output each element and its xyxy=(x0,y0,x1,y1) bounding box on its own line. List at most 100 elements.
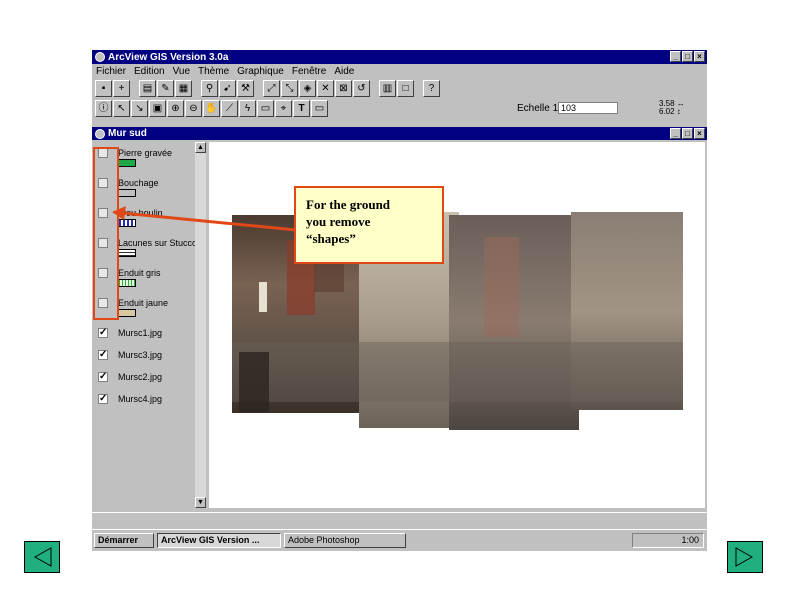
layer-symbol xyxy=(118,249,136,257)
zoom-selected-icon[interactable]: ◈ xyxy=(299,79,316,97)
menu-aide[interactable]: Aide xyxy=(334,66,354,77)
layer-name: Mursc2.jpg xyxy=(118,372,163,382)
help-icon[interactable]: ? xyxy=(423,79,440,97)
triangle-left-icon xyxy=(33,547,52,567)
callout-line-3: “shapes” xyxy=(306,231,356,246)
view-icon xyxy=(95,128,105,139)
lower-masonry xyxy=(232,342,683,402)
select-feature-icon[interactable]: ▣ xyxy=(149,99,166,117)
tool-bar: ⓘ ↖ ↘ ▣ ⊕ ⊖ ✋ ⟋ ϟ ▭ ⌖ T ▭ Echelle 1: 103… xyxy=(92,98,707,118)
zoom-in-icon[interactable]: ✕ xyxy=(317,79,334,97)
find-icon[interactable]: ⚲ xyxy=(201,79,218,97)
clear-selection-icon[interactable]: □ xyxy=(397,79,414,97)
scroll-down-icon[interactable]: ▼ xyxy=(195,497,206,508)
layer-symbol xyxy=(118,309,136,317)
view-close-button[interactable]: × xyxy=(694,128,705,139)
zoom-full-icon[interactable]: ⤢ xyxy=(263,79,280,97)
open-table-icon[interactable]: ▦ xyxy=(175,79,192,97)
query-builder-icon[interactable]: ⚒ xyxy=(237,79,254,97)
add-theme-icon[interactable]: + xyxy=(113,79,130,97)
menu-theme[interactable]: Thème xyxy=(198,66,229,77)
taskbar-photoshop-label: Adobe Photoshop xyxy=(288,535,360,545)
layer-symbol xyxy=(118,189,136,197)
window-light xyxy=(259,282,267,312)
layer-name: Enduit gris xyxy=(118,268,161,278)
annotation-callout: For the ground you remove “shapes” xyxy=(294,186,444,264)
layer-symbol xyxy=(118,279,136,287)
measure-icon[interactable]: ⟋ xyxy=(221,99,238,117)
system-tray: 1:00 xyxy=(632,533,704,548)
taskbar-arcview-label: ArcView GIS Version ... xyxy=(161,535,260,545)
pan-icon[interactable]: ✋ xyxy=(203,99,220,117)
map-display[interactable] xyxy=(209,142,705,508)
locate-icon[interactable]: ➹ xyxy=(219,79,236,97)
menu-vue[interactable]: Vue xyxy=(173,66,190,77)
layer-checkbox-checked[interactable]: ✓ xyxy=(98,328,108,338)
view-minimize-button[interactable]: _ xyxy=(670,128,681,139)
zoom-out-tool-icon[interactable]: ⊖ xyxy=(185,99,202,117)
label-icon[interactable]: ⌖ xyxy=(275,99,292,117)
save-icon[interactable]: ▪ xyxy=(95,79,112,97)
view-window: Mur sud _ □ × Pierre gravée Bouchage Tro… xyxy=(92,127,707,510)
layer-name: Pierre gravée xyxy=(118,148,173,158)
status-bar xyxy=(92,512,707,529)
view-titlebar[interactable]: Mur sud _ □ × xyxy=(92,127,707,140)
hotlink-icon[interactable]: ϟ xyxy=(239,99,256,117)
zoom-themes-icon[interactable]: ⤡ xyxy=(281,79,298,97)
button-bar: ▪ + ▤ ✎ ▦ ⚲ ➹ ⚒ ⤢ ⤡ ◈ ✕ ⊠ ↺ ▥ □ ? xyxy=(92,78,707,98)
close-button[interactable]: × xyxy=(694,51,705,62)
area-of-interest-icon[interactable]: ▭ xyxy=(257,99,274,117)
fresco-right xyxy=(484,237,519,337)
text-icon[interactable]: T xyxy=(293,99,310,117)
taskbar-photoshop[interactable]: Adobe Photoshop xyxy=(284,533,406,548)
pointer-icon[interactable]: ↖ xyxy=(113,99,130,117)
layer-checkbox-checked[interactable]: ✓ xyxy=(98,372,108,382)
next-slide-button[interactable] xyxy=(727,541,763,573)
scroll-up-icon[interactable]: ▲ xyxy=(195,142,206,153)
minimize-button[interactable]: _ xyxy=(670,51,681,62)
wall-photo-mosaic xyxy=(232,212,683,430)
coordinate-readout: 3.58 ↔ 6.02 ↕ xyxy=(659,99,685,116)
windows-taskbar: Démarrer ArcView GIS Version ... Adobe P… xyxy=(92,529,707,551)
coord-y: 6.02 xyxy=(659,107,675,116)
start-label: Démarrer xyxy=(98,535,139,545)
edit-legend-icon[interactable]: ✎ xyxy=(157,79,174,97)
toc-scrollbar[interactable]: ▲ ▼ xyxy=(195,142,206,508)
maximize-button[interactable]: □ xyxy=(682,51,693,62)
start-button[interactable]: Démarrer xyxy=(94,533,154,548)
scale-input[interactable]: 103 xyxy=(558,102,618,114)
menu-fichier[interactable]: Fichier xyxy=(96,66,126,77)
layer-name: Mursc4.jpg xyxy=(118,394,163,404)
layer-name: Mursc3.jpg xyxy=(118,350,163,360)
menu-graphique[interactable]: Graphique xyxy=(237,66,284,77)
triangle-right-icon xyxy=(735,547,754,567)
app-titlebar[interactable]: ArcView GIS Version 3.0a _ □ × xyxy=(92,50,707,64)
zoom-previous-icon[interactable]: ↺ xyxy=(353,79,370,97)
globe-icon xyxy=(95,52,105,62)
identify-icon[interactable]: ⓘ xyxy=(95,99,112,117)
draw-icon[interactable]: ▭ xyxy=(311,99,328,117)
view-maximize-button[interactable]: □ xyxy=(682,128,693,139)
previous-slide-button[interactable] xyxy=(24,541,60,573)
zoom-in-tool-icon[interactable]: ⊕ xyxy=(167,99,184,117)
menu-edition[interactable]: Edition xyxy=(134,66,165,77)
view-title: Mur sud xyxy=(108,128,147,139)
clock: 1:00 xyxy=(681,535,699,545)
theme-properties-icon[interactable]: ▤ xyxy=(139,79,156,97)
select-features-icon[interactable]: ▥ xyxy=(379,79,396,97)
scale-label: Echelle 1: xyxy=(517,102,561,114)
zoom-out-icon[interactable]: ⊠ xyxy=(335,79,352,97)
door-opening xyxy=(239,352,269,412)
app-title: ArcView GIS Version 3.0a xyxy=(108,51,229,63)
taskbar-arcview[interactable]: ArcView GIS Version ... xyxy=(157,533,281,548)
vertex-edit-icon[interactable]: ↘ xyxy=(131,99,148,117)
menubar: Fichier Edition Vue Thème Graphique Fenê… xyxy=(92,64,707,78)
layer-name: Mursc1.jpg xyxy=(118,328,163,338)
arcview-window: ArcView GIS Version 3.0a _ □ × Fichier E… xyxy=(92,50,707,550)
callout-line-1: For the ground xyxy=(306,197,391,212)
layer-name: Bouchage xyxy=(118,178,159,188)
callout-line-2: you remove xyxy=(306,214,371,229)
menu-fenetre[interactable]: Fenêtre xyxy=(292,66,326,77)
layer-checkbox-checked[interactable]: ✓ xyxy=(98,394,108,404)
layer-checkbox-checked[interactable]: ✓ xyxy=(98,350,108,360)
